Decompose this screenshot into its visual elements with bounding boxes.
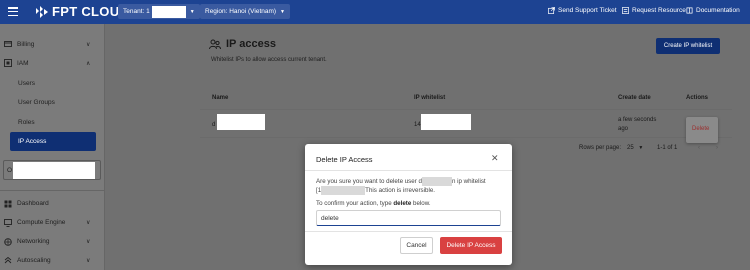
compute-icon (4, 219, 12, 227)
tenant-selector[interactable]: Tenant: 1 ▼ (118, 4, 200, 19)
rows-per-page-label: Rows per page: (579, 145, 622, 151)
divider (305, 231, 512, 232)
dialog-message-line-2: [1 This action is irreversible. (316, 186, 435, 195)
instruction-part: To confirm your action, type (316, 200, 394, 207)
delete-ip-access-dialog: Delete IP Access ✕ Are you sure you want… (305, 144, 512, 265)
users-icon (209, 39, 221, 50)
hamburger-menu-icon[interactable] (8, 7, 18, 16)
dialog-message-line-1: Are you sure you want to delete user d n … (316, 177, 486, 186)
request-resource-link[interactable]: Request Resource (622, 7, 686, 14)
next-page-icon[interactable]: › (716, 145, 718, 151)
table-divider (200, 109, 732, 110)
redacted-tenant-name (13, 162, 95, 179)
chevron-down-icon: ∨ (86, 258, 91, 264)
dialog-title: Delete IP Access (316, 155, 373, 164)
chevron-up-icon: ∧ (86, 60, 91, 67)
sidebar-item-users[interactable]: Users (18, 80, 35, 87)
sidebar-item-label: Dashboard (17, 200, 49, 207)
create-ip-whitelist-button[interactable]: Create IP whitelist (656, 38, 720, 54)
redacted-name (217, 114, 265, 130)
sidebar-item-label: IP Access (18, 138, 47, 145)
sidebar-item-label: Autoscaling (17, 257, 51, 264)
sidebar-item-roles[interactable]: Roles (18, 119, 35, 126)
redacted-tenant (151, 5, 186, 18)
chevron-down-icon: ∨ (86, 220, 91, 226)
confirm-instruction: To confirm your action, type delete belo… (316, 200, 431, 207)
top-bar: FPT CLOUD Tenant: 1 ▼ Region: Hanoi (Vie… (0, 0, 750, 24)
region-selector[interactable]: Region: Hanoi (Vietnam) ▼ (200, 4, 290, 19)
sidebar-item-dashboard[interactable]: Dashboard (0, 197, 105, 211)
sidebar: Billing ∨ IAM ∧ Users User Groups Roles … (0, 24, 105, 270)
sidebar-item-label: Networking (17, 238, 50, 245)
sidebar-item-iam[interactable]: IAM ∧ (0, 56, 105, 70)
chevron-down-icon: ∨ (86, 41, 91, 48)
redacted-ip (321, 186, 366, 195)
list-icon (622, 7, 629, 14)
row-ip-prefix: 14 (414, 122, 421, 128)
request-resource-label: Request Resource (632, 7, 686, 14)
tenant-switcher[interactable]: O (3, 160, 101, 180)
logo[interactable]: FPT CLOUD (34, 4, 129, 19)
cancel-button[interactable]: Cancel (400, 237, 433, 254)
prev-page-icon[interactable]: ‹ (698, 145, 700, 151)
row-name-prefix: d (212, 122, 216, 128)
message-part: Are you sure you want to delete user d (316, 178, 422, 186)
dashboard-icon (4, 200, 12, 208)
table-divider (200, 137, 732, 138)
region-label: Region: Hanoi (Vietnam) (205, 8, 277, 15)
redacted-user (421, 177, 452, 186)
column-header-create-date: Create date (618, 95, 651, 101)
page-title-text: IP access (226, 38, 276, 50)
book-icon (686, 7, 693, 14)
message-part: n ip whitelist (451, 178, 486, 186)
rows-per-page-value: 25 (627, 145, 634, 151)
sidebar-item-autoscaling[interactable]: Autoscaling ∨ (0, 254, 105, 268)
divider (305, 170, 512, 171)
instruction-part: below. (411, 200, 431, 207)
tenant-label: Tenant: 1 (123, 8, 150, 15)
delete-menu-item[interactable]: Delete (692, 126, 709, 132)
billing-icon (4, 41, 12, 47)
column-header-ip-whitelist: IP whitelist (414, 95, 446, 101)
message-part: This action is irreversible. (365, 187, 435, 195)
chevron-down-icon: ∨ (86, 239, 91, 245)
sidebar-item-label: Compute Engine (17, 219, 66, 226)
sidebar-item-ip-access[interactable]: IP Access (10, 132, 96, 151)
chevron-down-icon: ▼ (189, 8, 195, 15)
sidebar-item-compute-engine[interactable]: Compute Engine ∨ (0, 216, 105, 230)
documentation-label: Documentation (696, 7, 740, 14)
send-support-ticket-label: Send Support Ticket (558, 7, 617, 14)
tenant-prefix: O (7, 167, 13, 174)
close-icon[interactable]: ✕ (491, 153, 499, 164)
page-title: IP access (209, 38, 276, 50)
divider (0, 190, 105, 191)
iam-icon (4, 59, 12, 67)
column-header-actions: Actions (686, 95, 709, 101)
instruction-keyword: delete (393, 200, 412, 207)
send-support-ticket-link[interactable]: Send Support Ticket (548, 7, 617, 14)
chevron-down-icon: ▼ (280, 8, 285, 15)
networking-icon (4, 238, 12, 246)
column-header-name: Name (212, 95, 229, 101)
delete-ip-access-button[interactable]: Delete IP Access (440, 237, 502, 254)
documentation-link[interactable]: Documentation (686, 7, 740, 14)
external-link-icon (548, 7, 555, 14)
sidebar-item-label: Billing (17, 40, 35, 48)
fpt-logo-icon (36, 5, 48, 18)
sidebar-item-networking[interactable]: Networking ∨ (0, 235, 105, 249)
redacted-ip (421, 114, 471, 130)
sidebar-item-label: IAM (17, 59, 29, 67)
pagination-range: 1-1 of 1 (657, 145, 678, 151)
page-subtitle: Whitelist IPs to allow access current te… (211, 57, 327, 63)
rows-per-page-select[interactable]: 25 ▼ (627, 145, 643, 151)
autoscaling-icon (4, 257, 12, 264)
sidebar-item-user-groups[interactable]: User Groups (18, 99, 55, 106)
sidebar-item-billing[interactable]: Billing ∨ (0, 37, 105, 51)
confirm-delete-input[interactable] (316, 210, 501, 226)
row-create-date: a few seconds ago (618, 117, 657, 132)
actions-menu: Delete (686, 117, 718, 143)
caret-down-icon: ▼ (638, 145, 644, 151)
